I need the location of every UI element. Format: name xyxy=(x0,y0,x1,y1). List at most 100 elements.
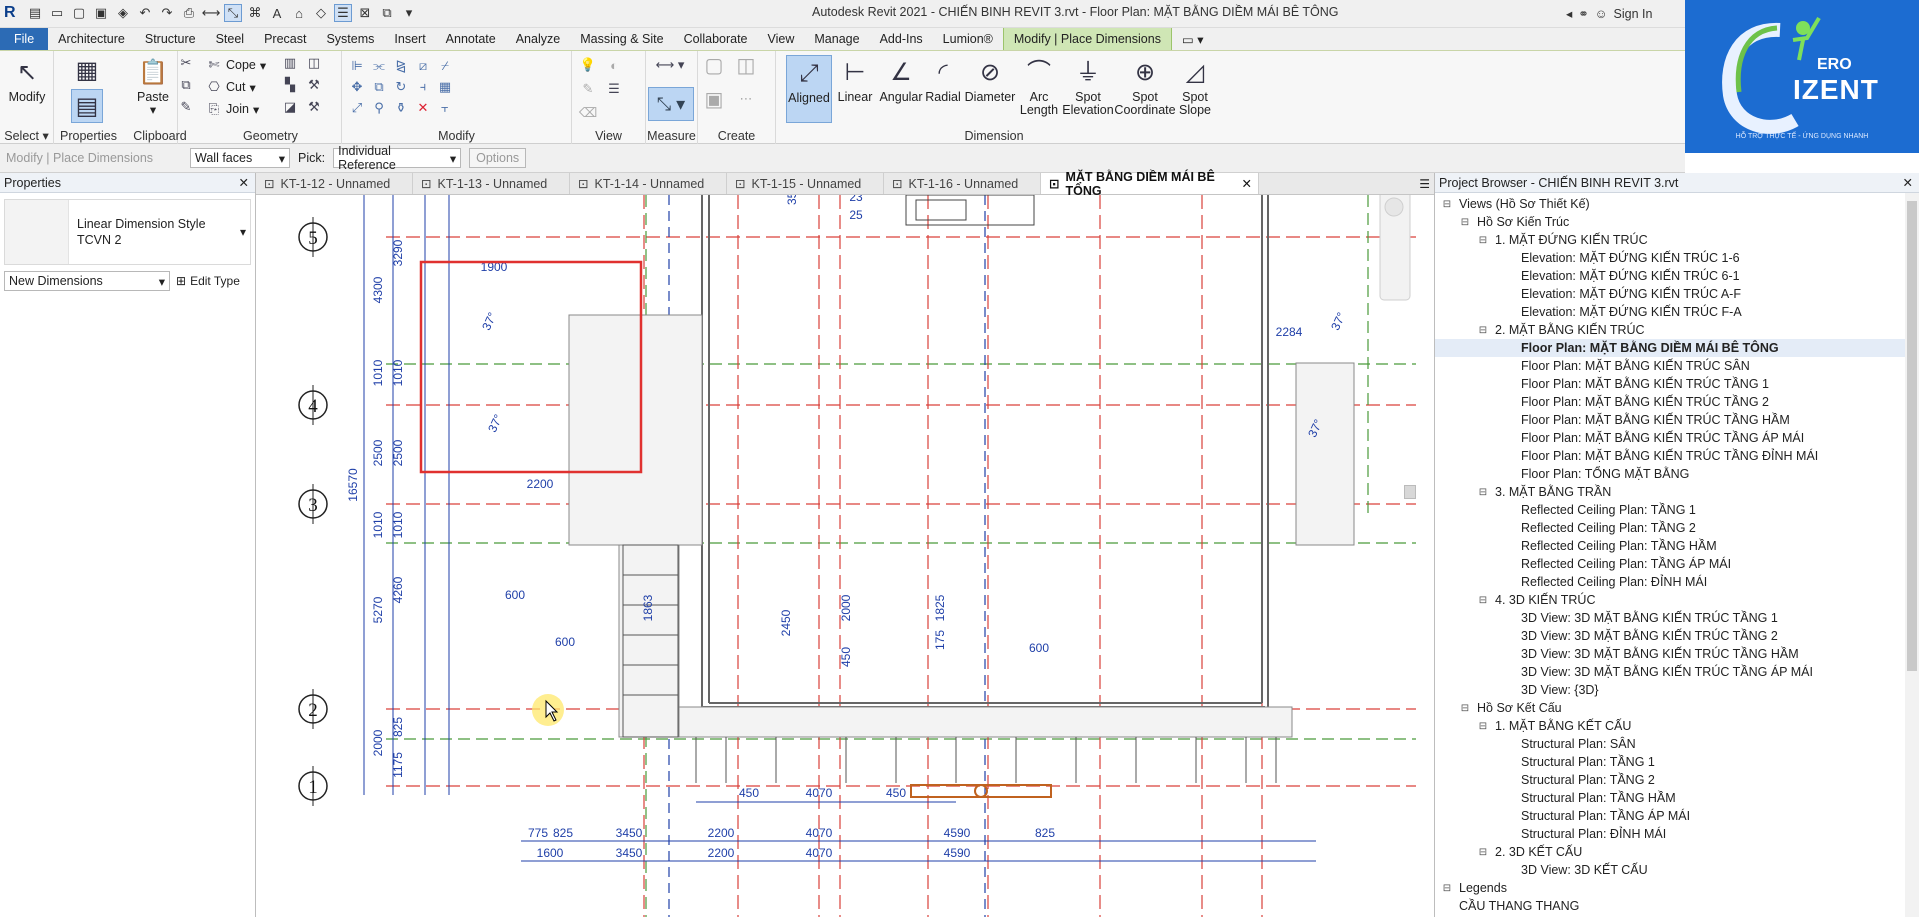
split-face-icon[interactable]: ◫ xyxy=(306,55,322,71)
radial-button[interactable]: ◜ Radial xyxy=(920,55,966,123)
view-tab[interactable]: ⊡ KT-1-12 - Unnamed xyxy=(256,173,413,194)
trim-icon[interactable]: ⫟ xyxy=(434,97,456,118)
view-tab[interactable]: ⊡ KT-1-16 - Unnamed xyxy=(884,173,1041,194)
options-button[interactable]: Options xyxy=(469,148,527,168)
view-tab[interactable]: ⊡ KT-1-13 - Unnamed xyxy=(413,173,570,194)
drawing-canvas[interactable]: 5 4 3 2 1 4300 1010 2500 1010 5270 2000 3290 1010 25… xyxy=(256,195,1434,917)
browser-node[interactable]: Structural Plan: TẦNG 2 xyxy=(1435,771,1919,789)
browser-node[interactable]: Floor Plan: MẶT BẰNG DIỀM MÁI BÊ TÔNG xyxy=(1435,339,1919,357)
angular-button[interactable]: ∠ Angular xyxy=(878,55,924,123)
type-selector[interactable]: Linear Dimension Style TCVN 2 ▾ xyxy=(4,199,251,265)
spot-coordinate-button[interactable]: ⊕ Spot Coordinate xyxy=(1114,55,1176,123)
browser-node[interactable]: Structural Plan: ĐỈNH MÁI xyxy=(1435,825,1919,843)
browser-node[interactable]: Reflected Ceiling Plan: TẦNG HẦM xyxy=(1435,537,1919,555)
split-element-icon[interactable]: ⌿ xyxy=(434,55,456,76)
revit-logo-icon[interactable]: R xyxy=(4,4,22,22)
tab-lumion[interactable]: Lumion® xyxy=(933,28,1003,50)
create-group-icon[interactable]: ▣ xyxy=(705,89,724,111)
browser-node[interactable]: 3D View: 3D MẶT BẰNG KIẾN TRÚC TẦNG 2 xyxy=(1435,627,1919,645)
tab-add-ins[interactable]: Add-Ins xyxy=(870,28,933,50)
mirror-draw-axis-icon[interactable]: ⧄ xyxy=(412,55,434,76)
paint-icon[interactable]: ▚ xyxy=(282,77,298,93)
browser-node[interactable]: Structural Plan: SÂN xyxy=(1435,735,1919,753)
pin-icon[interactable]: ⚲ xyxy=(368,97,390,118)
close-icon[interactable]: ✕ xyxy=(1903,175,1913,190)
save-icon[interactable]: ▣ xyxy=(92,4,110,22)
collapse-toggle-icon[interactable]: ⊟ xyxy=(1477,324,1489,336)
browser-node[interactable]: Elevation: MẶT ĐỨNG KIẾN TRÚC 6-1 xyxy=(1435,267,1919,285)
hammer-icon[interactable]: ⚒ xyxy=(306,99,322,115)
browser-node[interactable]: Floor Plan: TỔNG MẶT BẰNG xyxy=(1435,465,1919,483)
spot-elevation-button[interactable]: ⏚ Spot Elevation xyxy=(1062,55,1114,123)
browser-node[interactable]: ⊟ Hồ Sơ Kiến Trúc xyxy=(1435,213,1919,231)
select-group-label[interactable]: Select ▾ xyxy=(0,128,53,143)
reference-select[interactable]: Wall faces ▾ xyxy=(190,148,290,168)
tab-file[interactable]: File xyxy=(0,28,49,50)
tab-massing-site[interactable]: Massing & Site xyxy=(570,28,673,50)
browser-node[interactable]: ⊟ 2. MẶT BẰNG KIẾN TRÚC xyxy=(1435,321,1919,339)
tab-precast[interactable]: Precast xyxy=(254,28,316,50)
browser-node[interactable]: ⊟ 4. 3D KIẾN TRÚC xyxy=(1435,591,1919,609)
browser-node[interactable]: Reflected Ceiling Plan: TẦNG 2 xyxy=(1435,519,1919,537)
measure-between-icon[interactable]: ⟷ ▾ xyxy=(650,57,690,73)
browser-node[interactable]: Reflected Ceiling Plan: TẦNG 1 xyxy=(1435,501,1919,519)
collapse-toggle-icon[interactable]: ⊟ xyxy=(1477,594,1489,606)
collapse-toggle-icon[interactable]: ⊟ xyxy=(1477,846,1489,858)
browser-node[interactable]: Floor Plan: MẶT BẰNG KIẾN TRÚC TẦNG 1 xyxy=(1435,375,1919,393)
browser-node[interactable]: ⊟ 2. 3D KẾT CẤU xyxy=(1435,843,1919,861)
instance-filter-select[interactable]: New Dimensions ▾ xyxy=(4,271,170,291)
close-hidden-icon[interactable]: ⊠ xyxy=(356,4,374,22)
arc-length-button[interactable]: ⌒ Arc Length xyxy=(1016,55,1062,123)
measure-icon[interactable]: ⟷ xyxy=(202,4,221,22)
create-parts-icon[interactable]: ◫ xyxy=(737,55,756,77)
browser-node[interactable]: Structural Plan: TẦNG ÁP MÁI xyxy=(1435,807,1919,825)
browser-node[interactable]: Structural Plan: TẦNG HẦM xyxy=(1435,789,1919,807)
browser-node[interactable]: 3D View: {3D} xyxy=(1435,681,1919,699)
close-icon[interactable]: ✕ xyxy=(1242,176,1252,191)
canvas-scrollbar-thumb[interactable] xyxy=(1404,485,1416,499)
override-icon[interactable]: ◐ xyxy=(606,57,622,73)
browser-node[interactable]: Structural Plan: TẦNG 1 xyxy=(1435,753,1919,771)
user-icon[interactable]: ☺ xyxy=(1595,7,1608,21)
collapse-toggle-icon[interactable]: ⊟ xyxy=(1477,234,1489,246)
modify-button[interactable]: ↖ Modify xyxy=(4,55,50,123)
browser-node[interactable]: ⊟ Hồ Sơ Kết Cấu xyxy=(1435,699,1919,717)
sign-in-label[interactable]: Sign In xyxy=(1614,7,1653,21)
tab-view[interactable]: View xyxy=(758,28,805,50)
browser-scrollbar-thumb[interactable] xyxy=(1907,201,1917,671)
browser-node[interactable]: ⊟ Legends xyxy=(1435,879,1919,897)
browser-node[interactable]: Floor Plan: MẶT BẰNG KIẾN TRÚC TẦNG HẦM xyxy=(1435,411,1919,429)
collapse-toggle-icon[interactable]: ⊟ xyxy=(1459,702,1471,714)
join-button[interactable]: ⎘ Join ▾ xyxy=(206,99,259,119)
browser-node[interactable]: ⊟ 1. MẶT ĐỨNG KIẾN TRÚC xyxy=(1435,231,1919,249)
tab-annotate[interactable]: Annotate xyxy=(436,28,506,50)
spot-slope-button[interactable]: ◿ Spot Slope xyxy=(1172,55,1218,123)
customize-qat-icon[interactable]: ▾ xyxy=(400,4,418,22)
linework-icon[interactable]: ☰ xyxy=(606,81,622,97)
scale-icon[interactable]: ⤢ xyxy=(346,97,368,118)
offset-icon[interactable]: ⫘ xyxy=(368,55,390,76)
copy-icon[interactable]: ⧉ xyxy=(178,77,194,93)
browser-node[interactable]: Elevation: MẶT ĐỨNG KIẾN TRÚC 1-6 xyxy=(1435,249,1919,267)
thin-lines-icon[interactable]: ☰ xyxy=(334,4,352,22)
browser-node[interactable]: Floor Plan: MẶT BẰNG KIẾN TRÚC TẦNG 2 xyxy=(1435,393,1919,411)
tab-steel[interactable]: Steel xyxy=(206,28,255,50)
remove-paint-icon[interactable]: ◪ xyxy=(282,99,298,115)
sync-icon[interactable]: ◈ xyxy=(114,4,132,22)
aligned-dimension-measure-icon[interactable]: ⤡ ▾ xyxy=(648,87,694,121)
browser-node[interactable]: Reflected Ceiling Plan: ĐỈNH MÁI xyxy=(1435,573,1919,591)
undo-icon[interactable]: ↶ xyxy=(136,4,154,22)
tag-icon[interactable]: ⌘ xyxy=(246,4,264,22)
view-tab-active[interactable]: ⊡ MẶT BẰNG DIỀM MÁI BÊ TÔNG ✕ xyxy=(1041,170,1259,198)
tab-modify-place-dimensions[interactable]: Modify | Place Dimensions xyxy=(1002,28,1172,50)
tab-architecture[interactable]: Architecture xyxy=(48,28,135,50)
cut-geometry-button[interactable]: ⎔ Cut ▾ xyxy=(206,77,255,97)
match-type-icon[interactable]: ✎ xyxy=(178,99,194,115)
type-properties-button[interactable]: ▦ ▤ xyxy=(64,53,110,125)
rotate-icon[interactable]: ↻ xyxy=(390,76,412,97)
ribbon-minimize-icon[interactable]: ▭ ▾ xyxy=(1172,28,1214,50)
aligned-button[interactable]: ⤢ Aligned xyxy=(786,55,832,123)
array-icon[interactable]: ▦ xyxy=(434,76,456,97)
browser-node[interactable]: CẦU THANG THANG xyxy=(1435,897,1919,915)
new-file-icon[interactable]: ▢ xyxy=(70,4,88,22)
